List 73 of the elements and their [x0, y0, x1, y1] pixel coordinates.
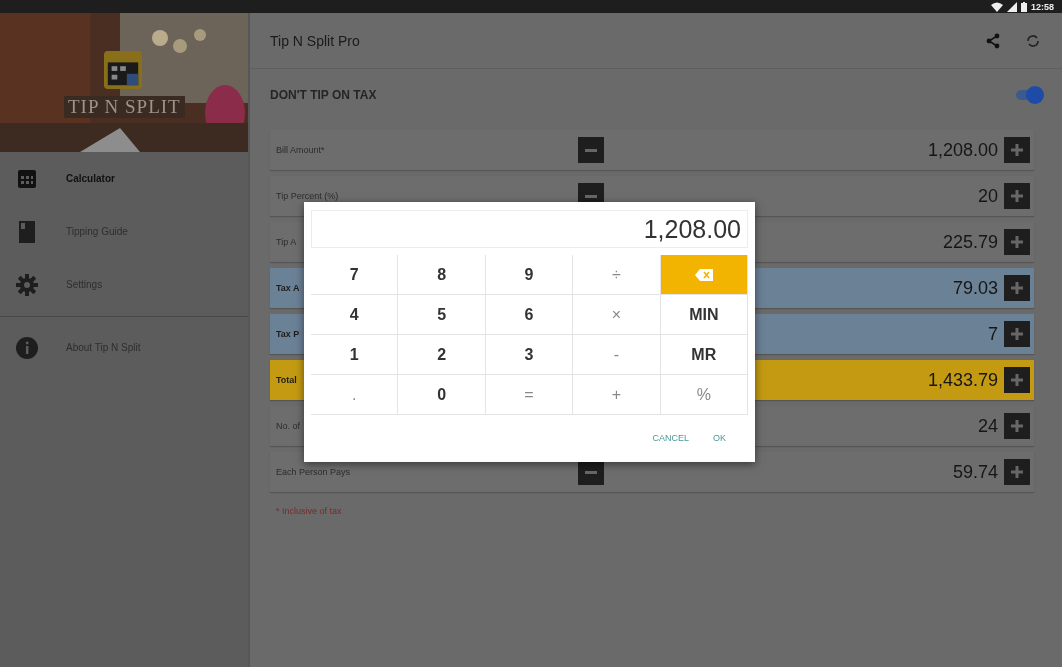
toggle-label: DON'T TIP ON TAX — [270, 88, 378, 102]
display-field: 1,208.00 — [311, 210, 748, 248]
logo-text: TIP N SPLIT — [64, 96, 185, 118]
calculator-key[interactable]: MR — [660, 335, 748, 375]
calculator-key[interactable]: 5 — [398, 295, 486, 335]
plus-icon — [1011, 328, 1023, 340]
plus-button[interactable] — [1004, 275, 1030, 301]
minus-icon — [585, 194, 597, 198]
row-value: 20 — [977, 185, 998, 207]
calculator-key[interactable]: 9 — [485, 255, 574, 295]
settings-icon — [16, 273, 38, 296]
row-label: Bill Amount* — [276, 145, 325, 155]
plus-icon — [1011, 236, 1023, 248]
row-label: Each Person Pays — [276, 467, 351, 477]
calculator-key[interactable]: - — [573, 335, 661, 375]
minus-icon — [585, 148, 597, 152]
dialog-button[interactable]: CANCEL — [644, 427, 697, 449]
calculator-key[interactable]: ÷ — [573, 255, 661, 295]
book-icon — [16, 220, 38, 243]
calculator-key[interactable]: 6 — [485, 295, 574, 335]
calculator-key[interactable]: 3 — [485, 335, 574, 375]
row-label: Tax A — [276, 283, 300, 293]
calculator-key[interactable]: 0 — [398, 375, 486, 415]
dialog-button[interactable]: OK — [705, 427, 734, 449]
calculator-key[interactable]: MIN — [660, 295, 748, 335]
calculator-key[interactable]: 8 — [398, 255, 486, 295]
backspace-icon — [694, 268, 713, 281]
refresh-icon[interactable] — [1026, 33, 1040, 48]
plus-button[interactable] — [1004, 367, 1030, 393]
drawer-item[interactable]: Calculator — [0, 152, 248, 205]
plus-icon — [1011, 374, 1023, 386]
status-time: 12:58 — [1030, 1, 1054, 12]
row-value: 7 — [988, 323, 998, 345]
row-label: Tip Percent (%) — [276, 191, 339, 201]
plus-icon — [1011, 420, 1023, 432]
plus-button[interactable] — [1004, 413, 1030, 439]
info-icon — [16, 336, 38, 359]
calculator-key[interactable]: × — [573, 295, 661, 335]
plus-button[interactable] — [1004, 183, 1030, 209]
footnote: * Inclusive of tax — [275, 506, 343, 516]
calculator-key[interactable]: 2 — [398, 335, 486, 375]
backspace-key[interactable] — [660, 255, 748, 295]
calculator-key[interactable]: 1 — [311, 335, 399, 375]
logo-icon — [104, 51, 142, 89]
plus-button[interactable] — [1004, 137, 1030, 163]
row-value: 225.79 — [942, 231, 998, 253]
calculator-key[interactable]: = — [485, 375, 574, 415]
signal-icon — [1006, 1, 1017, 12]
plus-icon — [1011, 466, 1023, 478]
calculator-key[interactable]: 7 — [311, 255, 399, 295]
app-title: Tip N Split Pro — [270, 32, 361, 49]
share-icon[interactable] — [986, 32, 1000, 49]
row-label: Total — [276, 375, 297, 385]
calculator-icon — [16, 168, 38, 189]
plus-icon — [1011, 190, 1023, 202]
calculator-key[interactable]: . — [311, 375, 399, 415]
calculator-key[interactable]: % — [660, 375, 748, 415]
plus-button[interactable] — [1004, 321, 1030, 347]
row-value: 1,433.79 — [927, 369, 998, 391]
plus-button[interactable] — [1004, 459, 1030, 485]
calculator-key[interactable]: 4 — [311, 295, 399, 335]
plus-icon — [1011, 282, 1023, 294]
row-value: 79.03 — [952, 277, 998, 299]
plus-button[interactable] — [1004, 229, 1030, 255]
minus-icon — [585, 470, 597, 474]
row-value: 24 — [977, 415, 998, 437]
row-value: 1,208.00 — [927, 139, 998, 161]
row-label: Tax P — [276, 329, 300, 339]
wifi-icon — [990, 1, 1003, 12]
battery-icon — [1020, 1, 1027, 12]
calculator-key[interactable]: + — [573, 375, 661, 415]
plus-icon — [1011, 144, 1023, 156]
row-value: 59.74 — [952, 461, 998, 483]
